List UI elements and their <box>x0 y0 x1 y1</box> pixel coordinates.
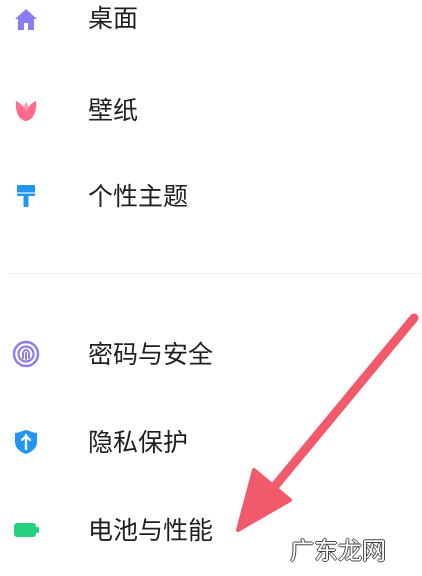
settings-item-label: 隐私保护 <box>88 428 189 457</box>
settings-item-wallpaper[interactable]: 壁纸 <box>0 80 422 140</box>
battery-icon <box>12 516 40 544</box>
home-icon <box>12 6 40 34</box>
tulip-icon <box>12 96 40 124</box>
privacy-shield-icon <box>12 428 40 456</box>
settings-item-label: 电池与性能 <box>88 516 214 545</box>
settings-item-password-security[interactable]: 密码与安全 <box>0 324 422 384</box>
settings-item-desktop[interactable]: 桌面 <box>0 0 422 60</box>
settings-item-label: 密码与安全 <box>88 340 214 369</box>
fingerprint-icon <box>12 340 40 368</box>
settings-item-themes[interactable]: 个性主题 <box>0 166 422 226</box>
settings-item-label: 壁纸 <box>88 96 139 125</box>
section-divider <box>10 273 422 274</box>
settings-item-label: 桌面 <box>88 4 139 33</box>
settings-item-privacy[interactable]: 隐私保护 <box>0 410 422 470</box>
paint-brush-icon <box>12 182 40 210</box>
watermark-text: 广东龙网 <box>290 537 386 565</box>
settings-item-label: 个性主题 <box>88 182 189 211</box>
